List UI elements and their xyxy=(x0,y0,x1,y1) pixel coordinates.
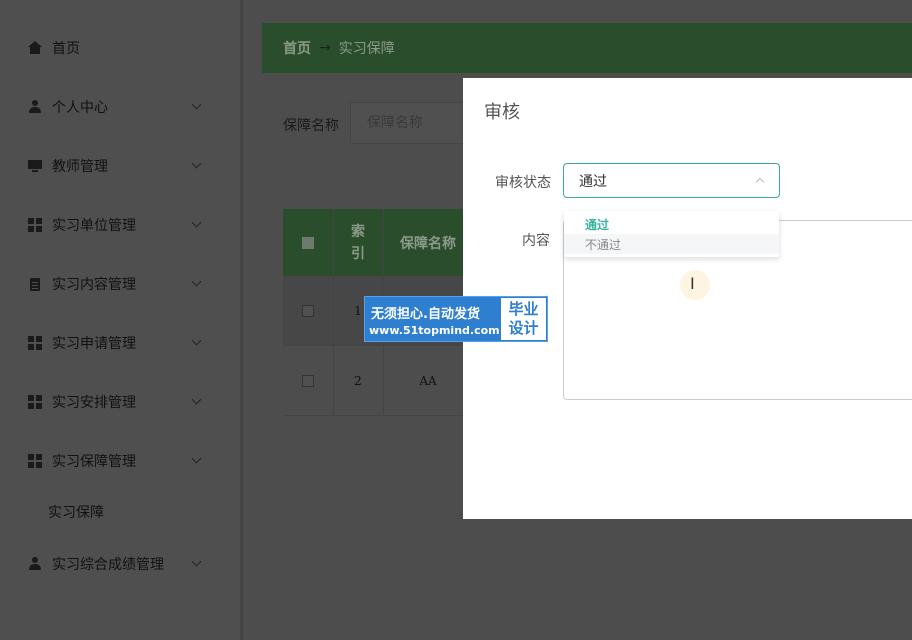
sidebar-item-personal-center[interactable]: 个人中心 xyxy=(0,87,240,127)
sidebar-item-label: 首页 xyxy=(52,41,80,57)
option-label: 通过 xyxy=(585,217,610,232)
grid-icon xyxy=(28,218,42,232)
sidebar-item-label: 教师管理 xyxy=(52,159,108,175)
grid-icon xyxy=(28,336,42,350)
sidebar-item-teacher-management[interactable]: 教师管理 xyxy=(0,146,240,186)
sidebar-subitem-guarantee[interactable]: 实习保障 xyxy=(48,500,104,524)
chevron-down-icon xyxy=(191,276,202,287)
arrow-right-icon: → xyxy=(319,40,331,56)
watermark-badge: 毕业 设计 xyxy=(501,298,546,340)
cursor-highlight xyxy=(680,270,710,300)
chevron-down-icon xyxy=(191,158,202,169)
sidebar-item-internship-arrangement[interactable]: 实习安排管理 xyxy=(0,382,240,422)
watermark-text: 无须担心.自动发货 xyxy=(371,307,480,322)
watermark-url: www.51topmind.com xyxy=(369,324,500,337)
chevron-down-icon xyxy=(191,99,202,110)
row-checkbox-cell xyxy=(283,276,333,345)
row-checkbox[interactable] xyxy=(302,304,314,317)
chevron-down-icon xyxy=(191,394,202,405)
search-label: 保障名称 xyxy=(283,118,339,134)
table-header: 索 引 保障名称 xyxy=(283,209,473,276)
user-icon xyxy=(28,100,42,114)
sidebar-item-label: 实习保障管理 xyxy=(52,454,136,470)
row-name: AA xyxy=(419,373,437,388)
content-label: 内容 xyxy=(522,233,550,249)
sidebar-item-label: 个人中心 xyxy=(52,100,108,116)
dropdown-option-pass[interactable]: 通过 xyxy=(564,214,779,234)
status-select-value: 通过 xyxy=(579,173,607,190)
user-icon xyxy=(28,557,42,571)
dialog-title: 审核 xyxy=(484,102,520,123)
chevron-down-icon xyxy=(191,335,202,346)
grid-icon xyxy=(28,395,42,409)
sidebar-item-label: 实习申请管理 xyxy=(52,336,136,352)
text-cursor-icon: I xyxy=(690,274,695,293)
status-label: 审核状态 xyxy=(495,175,551,191)
sidebar-item-label: 实习综合成绩管理 xyxy=(52,557,164,573)
header-name: 保障名称 xyxy=(400,235,456,252)
breadcrumb-home-link[interactable]: 首页 xyxy=(283,38,311,58)
header-index: 索 引 xyxy=(351,223,365,262)
home-icon xyxy=(28,41,42,55)
sidebar-item-label: 实习单位管理 xyxy=(52,218,136,234)
status-select[interactable]: 通过 xyxy=(563,163,780,198)
watermark-badge-line: 毕业 xyxy=(508,300,539,318)
breadcrumb: 首页 → 实习保障 xyxy=(262,23,912,73)
watermark: 无须担心.自动发货 www.51topmind.com 毕业 设计 xyxy=(364,296,548,342)
option-label: 不通过 xyxy=(585,237,622,252)
select-all-checkbox[interactable] xyxy=(302,236,314,249)
row-checkbox[interactable] xyxy=(302,374,314,387)
sidebar-item-home[interactable]: 首页 xyxy=(0,28,240,68)
watermark-badge-line: 设计 xyxy=(508,319,539,337)
sidebar-item-overall-score[interactable]: 实习综合成绩管理 xyxy=(0,544,240,584)
monitor-icon xyxy=(28,159,42,173)
column-divider xyxy=(333,209,334,414)
sidebar-item-internship-unit[interactable]: 实习单位管理 xyxy=(0,205,240,245)
clipboard-icon xyxy=(28,277,42,291)
grid-icon xyxy=(28,454,42,468)
dropdown-option-reject[interactable]: 不通过 xyxy=(564,234,779,254)
status-dropdown: 通过 不通过 xyxy=(564,211,779,257)
breadcrumb-current: 实习保障 xyxy=(338,41,395,57)
sidebar-divider xyxy=(240,0,243,640)
table-row: 2 AA xyxy=(283,346,473,416)
sidebar-item-internship-guarantee[interactable]: 实习保障管理 xyxy=(0,441,240,481)
chevron-down-icon xyxy=(191,217,202,228)
chevron-down-icon xyxy=(191,556,202,567)
chevron-up-icon xyxy=(755,177,765,187)
row-index: 2 xyxy=(354,373,362,388)
row-checkbox-cell xyxy=(283,346,333,415)
sidebar-item-label: 实习内容管理 xyxy=(52,277,136,293)
sidebar: 首页 个人中心 教师管理 实习单位管理 实习内容管理 实习申请管理 实习安排管理… xyxy=(0,0,240,640)
sidebar-item-label: 实习安排管理 xyxy=(52,395,136,411)
sidebar-item-internship-content[interactable]: 实习内容管理 xyxy=(0,264,240,304)
select-all-cell xyxy=(283,209,333,276)
chevron-down-icon xyxy=(191,453,202,464)
sidebar-item-internship-application[interactable]: 实习申请管理 xyxy=(0,323,240,363)
